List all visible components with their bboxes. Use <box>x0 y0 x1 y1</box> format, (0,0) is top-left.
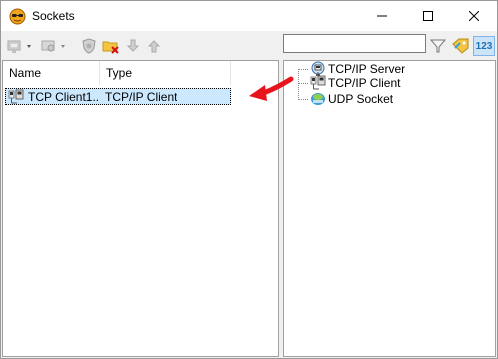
arrow-up-icon <box>147 40 161 53</box>
maximize-icon <box>423 11 433 21</box>
socket-add-icon <box>7 40 31 53</box>
title-bar[interactable]: Sockets <box>1 1 497 31</box>
tcp-client-icon <box>310 75 326 90</box>
tree-item-label: UDP Socket <box>328 92 394 106</box>
udp-socket-icon <box>311 93 325 105</box>
column-header-name[interactable]: Name <box>3 61 100 85</box>
tree-connector <box>298 82 308 84</box>
arrow-down-icon <box>126 39 140 52</box>
tag-button[interactable] <box>451 36 471 56</box>
list-item-name: TCP Client1... <box>28 90 100 104</box>
tcp-client-icon <box>8 89 24 104</box>
annotation-arrow-icon <box>249 76 294 101</box>
shield-icon <box>82 38 96 54</box>
tree-item-label: TCP/IP Server <box>328 62 406 76</box>
move-up-button[interactable] <box>146 36 162 56</box>
funnel-icon <box>429 39 447 53</box>
column-header-type-label: Type <box>106 66 133 80</box>
socket-type-tree[interactable]: TCP/IP Server TCP/IP Client UDP Socket <box>283 60 496 357</box>
sockets-window: Sockets 123 Name Type TCP Client1... TCP… <box>0 0 498 359</box>
tree-connector <box>298 98 308 100</box>
tree-connector <box>298 68 308 70</box>
close-icon <box>469 11 479 21</box>
tree-item-label: TCP/IP Client <box>328 76 401 90</box>
123-icon: 123 <box>475 40 493 52</box>
minimize-button[interactable] <box>359 1 405 31</box>
list-item-type: TCP/IP Client <box>105 90 178 104</box>
numbers-button[interactable]: 123 <box>473 36 495 56</box>
tag-icon <box>452 38 469 54</box>
minimize-icon <box>377 15 387 17</box>
close-button[interactable] <box>451 1 497 31</box>
socket-gear-icon <box>41 40 65 52</box>
search-input[interactable] <box>283 34 426 53</box>
folder-delete-icon <box>102 41 119 54</box>
filter-button[interactable] <box>428 36 448 56</box>
new-socket-dropdown-button[interactable] <box>7 36 35 56</box>
window-title: Sockets <box>32 9 75 23</box>
delete-button[interactable] <box>101 36 121 56</box>
shield-button[interactable] <box>79 36 99 56</box>
socket-options-dropdown-button[interactable] <box>41 36 69 56</box>
tree-item-tcp-client[interactable]: TCP/IP Client <box>298 75 400 91</box>
move-down-button[interactable] <box>125 36 141 56</box>
maximize-button[interactable] <box>405 1 451 31</box>
column-header-name-label: Name <box>9 66 42 80</box>
sockets-app-icon <box>9 8 26 25</box>
tree-item-udp-socket[interactable]: UDP Socket <box>298 91 393 107</box>
column-header-type[interactable]: Type <box>100 61 231 85</box>
list-item[interactable]: TCP Client1... TCP/IP Client <box>5 88 231 105</box>
socket-list[interactable]: Name Type TCP Client1... TCP/IP Client <box>2 60 279 357</box>
